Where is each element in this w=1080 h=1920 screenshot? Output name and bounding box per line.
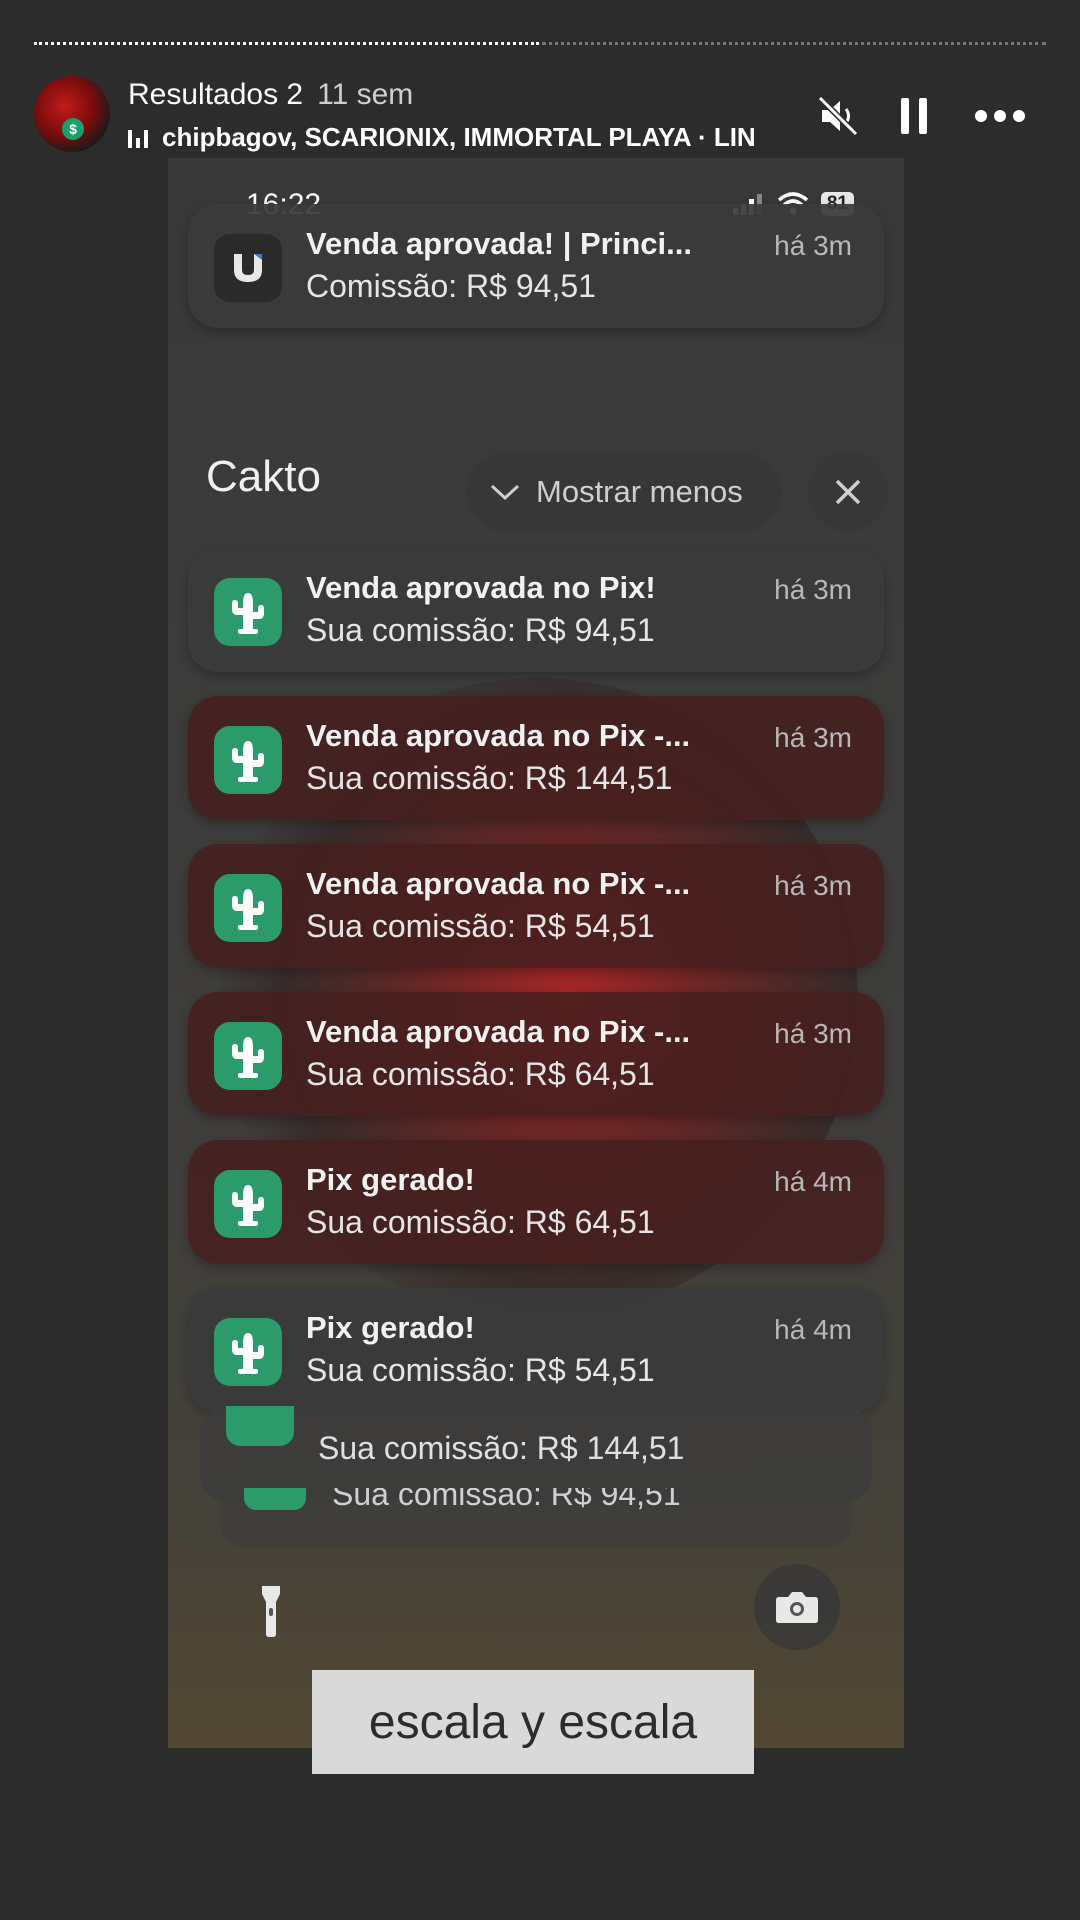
cactus-app-icon [214,1318,282,1386]
notification-body: Sua comissão: R$ 64,51 [306,1056,655,1092]
notification-title: Venda aprovada! | Princi... [306,226,692,261]
phone-screenshot: 16:22 81 Venda aprovada! | Princi... Com… [168,158,904,1748]
story-time: 11 sem [317,78,414,111]
notification-title: Pix gerado! [306,1162,475,1197]
notification-title: Venda aprovada no Pix! [306,570,656,605]
app-logo-icon [214,234,282,302]
notification-time: há 3m [774,230,852,261]
camera-button[interactable] [754,1564,840,1650]
music-bars-icon [128,126,150,148]
cactus-app-icon [226,1406,294,1446]
music-attribution[interactable]: chipbagov, SCARIONIX, IMMORTAL PLAYA · L… [128,122,808,153]
progress-segment [541,42,1046,48]
camera-icon [776,1592,818,1623]
chevron-down-icon [490,484,520,501]
flashlight-button[interactable] [228,1568,314,1654]
notification-time: há 4m [774,1166,852,1197]
story-header: $ Resultados 2 11 sem chipbagov, SCARIONI… [34,76,1046,156]
progress-segment [34,42,539,48]
stacked-notification[interactable]: Sua comissão: R$ 94,51 [220,1488,852,1548]
notification-body: Sua comissão: R$ 54,51 [306,1352,655,1388]
notification-time: há 3m [774,722,852,753]
show-less-button[interactable]: Mostrar menos [466,452,782,532]
speaker-muted-icon [817,95,859,137]
notification-time: há 3m [774,870,852,901]
show-less-label: Mostrar menos [536,474,743,509]
notification-group-title: Cakto [206,452,321,501]
notification-title: Venda aprovada no Pix -... [306,718,691,753]
cactus-app-icon [214,578,282,646]
flashlight-icon [262,1586,280,1637]
notification-time: há 4m [774,1314,852,1345]
more-options-button[interactable] [974,90,1026,142]
avatar[interactable]: $ [34,76,110,152]
cactus-app-icon [214,1170,282,1238]
cactus-app-icon [214,726,282,794]
notification-title: Venda aprovada no Pix -... [306,1014,691,1049]
notification-body: Comissão: R$ 94,51 [306,268,596,304]
story-name[interactable]: Resultados 2 [128,78,303,111]
notification-body: Sua comissão: R$ 144,51 [306,760,673,796]
pause-button[interactable] [888,90,940,142]
notification-card[interactable]: Venda aprovada no Pix -... Sua comissão: … [188,992,884,1116]
notification-time: há 3m [774,574,852,605]
notification-card[interactable]: Venda aprovada no Pix -... Sua comissão: … [188,844,884,968]
notification-body: Sua comissão: R$ 144,51 [318,1430,685,1466]
music-text: chipbagov, SCARIONIX, IMMORTAL PLAYA · L… [162,122,756,152]
notification-body: Sua comissão: R$ 64,51 [306,1204,655,1240]
close-icon [835,479,861,505]
notification-title: Pix gerado! [306,1310,475,1345]
notification-card[interactable]: Venda aprovada no Pix -... Sua comissão: … [188,696,884,820]
story-progress-bar [34,42,1046,46]
notification-card[interactable]: Pix gerado! Sua comissão: R$ 54,51 há 4m [188,1288,884,1412]
notification-body: Sua comissão: R$ 54,51 [306,908,655,944]
notification-title: Venda aprovada no Pix -... [306,866,691,901]
story-title: Resultados 2 11 sem [128,78,413,112]
notification-time: há 3m [774,1018,852,1049]
cactus-app-icon [214,874,282,942]
notification-card[interactable]: Venda aprovada no Pix! Sua comissão: R$ 9… [188,548,884,672]
story-caption: escala y escala [312,1670,754,1774]
pause-icon [901,98,927,134]
clear-group-button[interactable] [808,452,888,532]
notification-card[interactable]: Pix gerado! Sua comissão: R$ 64,51 há 4m [188,1140,884,1264]
mute-button[interactable] [812,90,864,142]
more-icon [975,110,1025,122]
notification-top[interactable]: Venda aprovada! | Princi... Comissão: R$… [188,204,884,328]
cactus-app-icon [244,1488,306,1510]
notification-body: Sua comissão: R$ 94,51 [332,1488,681,1512]
notification-body: Sua comissão: R$ 94,51 [306,612,655,648]
dollar-badge-icon: $ [62,118,84,140]
cactus-app-icon [214,1022,282,1090]
